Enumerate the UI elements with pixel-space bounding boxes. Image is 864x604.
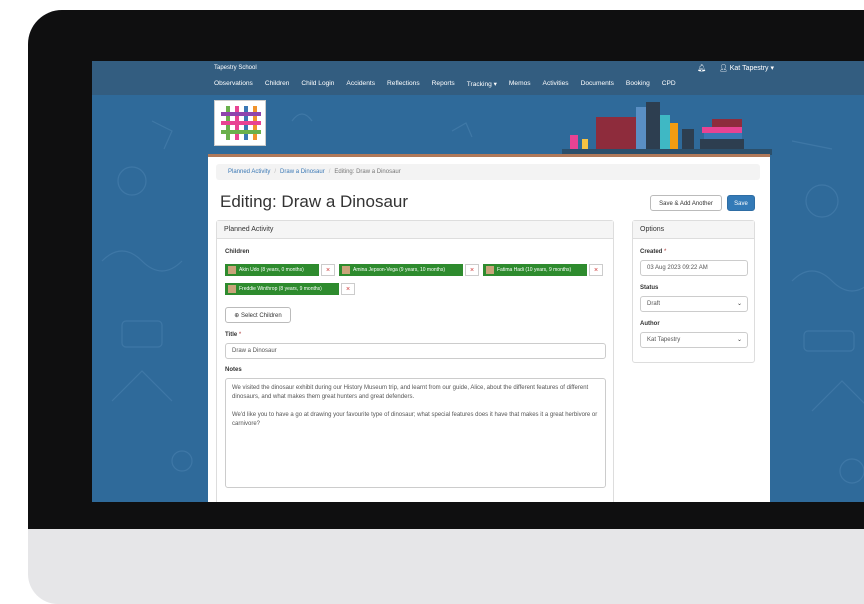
child-chip-label: Freddie Winthrop (8 years, 9 months): [239, 286, 322, 292]
child-chip: Freddie Winthrop (8 years, 9 months): [225, 283, 339, 295]
chevron-down-icon: ⌄: [736, 301, 742, 307]
nav-reflections[interactable]: Reflections: [387, 80, 420, 92]
user-icon: 👤︎: [718, 65, 730, 72]
created-label: Created *: [640, 249, 666, 255]
school-name: Tapestry School: [214, 65, 257, 71]
child-chip-label: Amina Jepson-Vega (9 years, 10 months): [353, 267, 445, 273]
nav-activities[interactable]: Activities: [543, 80, 569, 92]
title-input[interactable]: Draw a Dinosaur: [225, 343, 606, 359]
avatar: [342, 266, 350, 274]
child-chip-label: Fatima Hadi (10 years, 9 months): [497, 267, 572, 273]
select-children-button[interactable]: ⊕ Select Children: [225, 307, 291, 323]
notes-paragraph: We'd like you to have a go at drawing yo…: [232, 412, 598, 427]
user-name: Kat Tapestry: [729, 65, 769, 72]
breadcrumb-planned-activity[interactable]: Planned Activity: [228, 169, 270, 175]
nav-child-login[interactable]: Child Login: [301, 80, 334, 92]
page-title: Editing: Draw a Dinosaur: [220, 192, 409, 211]
child-chip: Amina Jepson-Vega (9 years, 10 months): [339, 264, 463, 276]
plus-circle-icon: ⊕: [234, 313, 241, 319]
notes-textarea[interactable]: We visited the dinosaur exhibit during o…: [225, 378, 606, 488]
breadcrumb-current: Editing: Draw a Dinosaur: [334, 169, 401, 175]
nav-children[interactable]: Children: [265, 80, 290, 92]
select-children-label: Select Children: [241, 313, 282, 319]
breadcrumb-separator: /: [274, 169, 277, 175]
save-button[interactable]: Save: [727, 195, 755, 211]
bell-icon[interactable]: 🔔︎: [697, 64, 706, 72]
remove-child-button[interactable]: ×: [321, 264, 335, 276]
title-label-text: Title: [225, 332, 238, 338]
notes-label: Notes: [225, 367, 242, 373]
children-label: Children: [225, 249, 250, 255]
created-label-text: Created: [640, 249, 663, 255]
status-select[interactable]: Draft ⌄: [640, 296, 748, 312]
nav-accidents[interactable]: Accidents: [346, 80, 375, 92]
remove-child-button[interactable]: ×: [341, 283, 355, 295]
breadcrumb-draw-a-dinosaur[interactable]: Draw a Dinosaur: [280, 169, 325, 175]
avatar: [228, 285, 236, 293]
author-value: Kat Tapestry: [647, 337, 681, 343]
nav-documents[interactable]: Documents: [581, 80, 614, 92]
breadcrumb-separator: /: [328, 169, 331, 175]
nav-tracking[interactable]: Tracking ▾: [467, 80, 497, 92]
child-chip: Akin Udo (8 years, 0 months): [225, 264, 319, 276]
child-chip-label: Akin Udo (8 years, 0 months): [239, 267, 304, 273]
save-and-add-another-button[interactable]: Save & Add Another: [650, 195, 722, 211]
status-label: Status: [640, 285, 659, 291]
remove-child-button[interactable]: ×: [465, 264, 479, 276]
child-chip: Fatima Hadi (10 years, 9 months): [483, 264, 587, 276]
monitor-frame: Tapestry School 🔔︎ 👤︎ Kat Tapestry ▾ Obs…: [28, 10, 864, 604]
monitor-chin: [28, 529, 864, 604]
nav-booking[interactable]: Booking: [626, 80, 650, 92]
logo-graphic: [221, 106, 261, 140]
title-label: Title *: [225, 332, 241, 338]
breadcrumb: Planned Activity / Draw a Dinosaur / Editing…: [216, 164, 760, 180]
status-value: Draft: [647, 301, 661, 307]
content-panel: Planned Activity / Draw a Dinosaur / Editing…: [208, 154, 770, 502]
created-date-input[interactable]: 03 Aug 2023 09:22 AM: [640, 260, 748, 276]
app-screen: Tapestry School 🔔︎ 👤︎ Kat Tapestry ▾ Obs…: [92, 61, 864, 502]
top-navbar: Tapestry School 🔔︎ 👤︎ Kat Tapestry ▾ Obs…: [92, 61, 864, 95]
author-select[interactable]: Kat Tapestry ⌄: [640, 332, 748, 348]
planned-activity-heading: Planned Activity: [217, 221, 613, 239]
tapestry-logo[interactable]: [214, 100, 266, 146]
avatar: [228, 266, 236, 274]
chevron-down-icon: ▾: [770, 65, 774, 72]
nav-reports[interactable]: Reports: [432, 80, 455, 92]
nav-memos[interactable]: Memos: [509, 80, 531, 92]
remove-child-button[interactable]: ×: [589, 264, 603, 276]
nav-cpd[interactable]: CPD: [662, 80, 676, 92]
notes-paragraph: We visited the dinosaur exhibit during o…: [232, 385, 589, 400]
nav-observations[interactable]: Observations: [214, 80, 253, 92]
main-nav: Observations Children Child Login Accide…: [214, 80, 688, 92]
planned-activity-panel: Planned Activity Children Akin Udo (8 ye…: [216, 220, 614, 502]
options-panel: Options Created * 03 Aug 2023 09:22 AM S…: [632, 220, 755, 363]
user-menu[interactable]: 👤︎ Kat Tapestry ▾: [719, 64, 774, 72]
required-mark: *: [664, 249, 667, 255]
avatar: [486, 266, 494, 274]
bookshelf-illustration: [562, 102, 772, 155]
author-label: Author: [640, 321, 660, 327]
options-heading: Options: [633, 221, 754, 239]
chevron-down-icon: ⌄: [736, 337, 742, 343]
required-mark: *: [238, 332, 242, 338]
